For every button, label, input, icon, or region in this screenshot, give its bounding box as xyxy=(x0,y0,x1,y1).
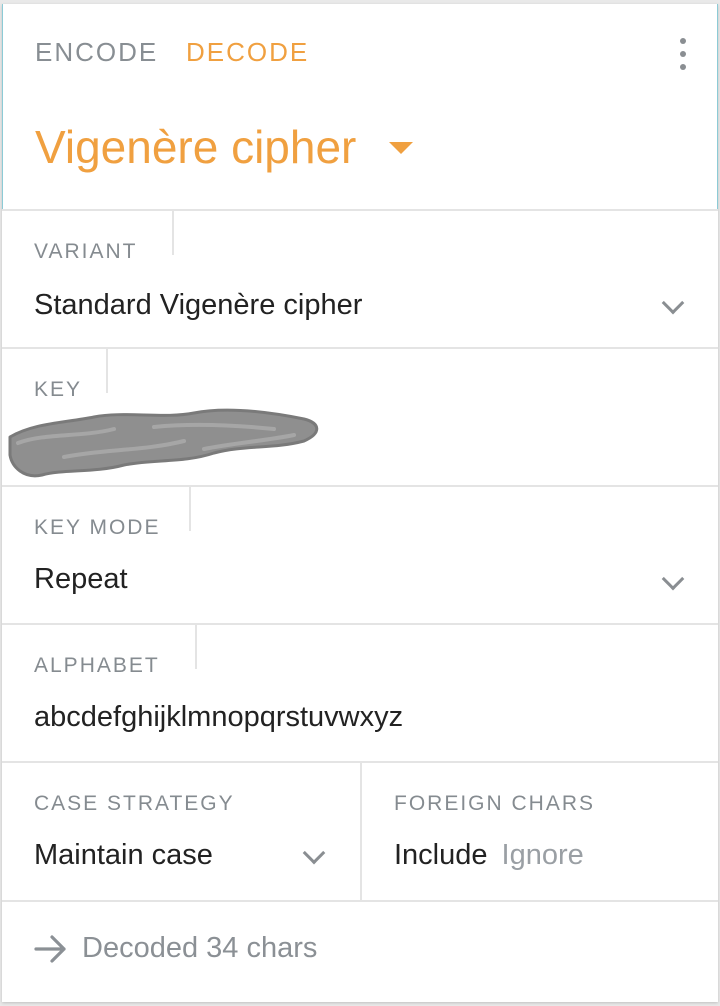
tab-encode[interactable]: ENCODE xyxy=(35,36,158,68)
key-field[interactable]: KEY xyxy=(2,347,718,487)
option-include[interactable]: Include xyxy=(394,839,488,871)
case-strategy-label: CASE STRATEGY xyxy=(34,792,235,815)
key-mode-select[interactable]: Repeat xyxy=(34,561,128,597)
tab-decode[interactable]: DECODE xyxy=(186,36,309,68)
card-header: ENCODE DECODE Vigenère cipher xyxy=(2,4,718,211)
alphabet-input[interactable]: abcdefghijklmnopqrstuvwxyz xyxy=(34,699,403,735)
key-mode-label: KEY MODE xyxy=(34,516,161,539)
chevron-down-icon[interactable] xyxy=(661,567,685,591)
alphabet-label: ALPHABET xyxy=(34,654,160,677)
option-ignore[interactable]: Ignore xyxy=(502,839,584,871)
status-text: Decoded 34 chars xyxy=(82,932,318,964)
status-bar: Decoded 34 chars xyxy=(2,900,718,1002)
foreign-chars-label: FOREIGN CHARS xyxy=(394,792,596,815)
chevron-down-icon[interactable] xyxy=(302,841,326,865)
key-mode-field[interactable]: KEY MODE Repeat xyxy=(2,485,718,625)
alphabet-field[interactable]: ALPHABET abcdefghijklmnopqrstuvwxyz xyxy=(2,623,718,763)
chevron-down-icon[interactable] xyxy=(661,291,685,315)
foreign-chars-toggle: Include Ignore xyxy=(394,837,584,873)
options-row: CASE STRATEGY Maintain case FOREIGN CHAR… xyxy=(2,761,718,901)
caret-down-icon[interactable] xyxy=(389,142,413,154)
arrow-right-icon xyxy=(34,935,66,963)
cipher-title[interactable]: Vigenère cipher xyxy=(35,120,356,174)
key-redaction-scribble[interactable] xyxy=(4,393,324,483)
case-strategy-select[interactable]: Maintain case xyxy=(34,837,213,873)
cipher-card: ENCODE DECODE Vigenère cipher VARIANT St… xyxy=(2,4,718,1002)
variant-field[interactable]: VARIANT Standard Vigenère cipher xyxy=(2,209,718,349)
column-divider xyxy=(360,763,362,901)
variant-label: VARIANT xyxy=(34,240,138,263)
more-vertical-icon[interactable] xyxy=(671,36,695,72)
variant-select[interactable]: Standard Vigenère cipher xyxy=(34,287,362,323)
